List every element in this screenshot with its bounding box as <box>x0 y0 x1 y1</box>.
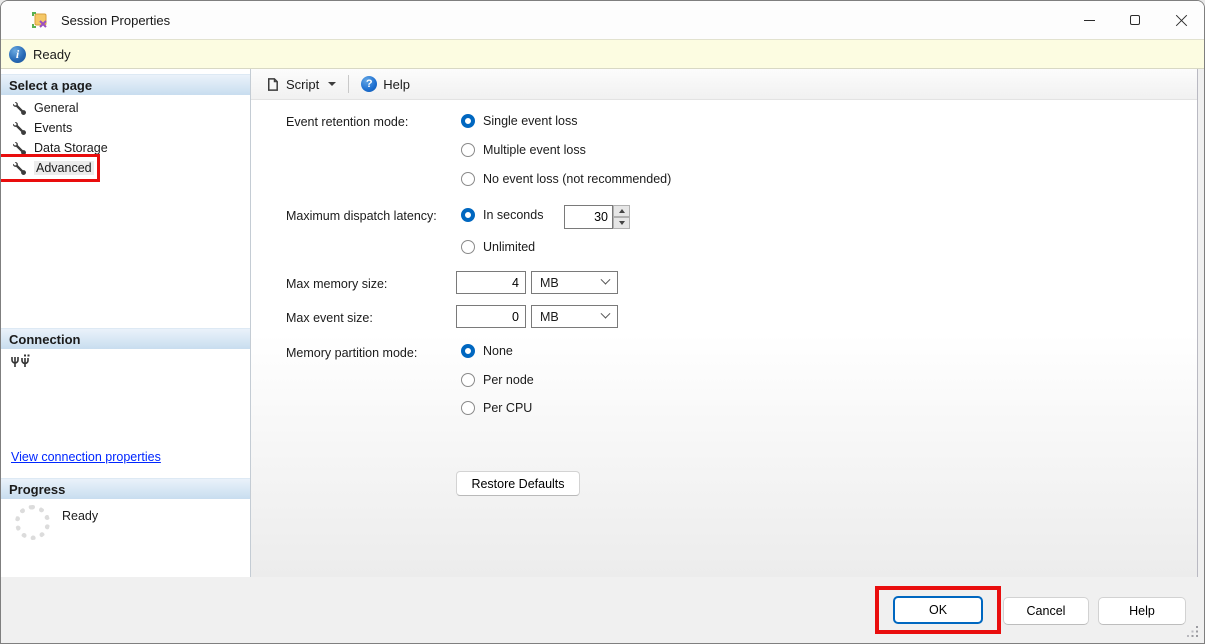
progress-status: Ready <box>62 509 98 523</box>
radio-icon <box>461 143 475 157</box>
sidebar-item-data-storage[interactable]: Data Storage <box>1 138 250 158</box>
chevron-down-icon <box>601 309 611 319</box>
dropdown-value: MB <box>540 276 559 290</box>
max-event-size-input[interactable] <box>456 305 526 328</box>
radio-label: Single event loss <box>483 114 578 128</box>
wrench-icon <box>13 142 26 155</box>
resize-grip[interactable] <box>1187 626 1199 638</box>
ok-button[interactable]: OK <box>893 596 983 624</box>
panel-toolbar: Script ? Help <box>251 69 1197 100</box>
title-bar: Session Properties <box>1 1 1204 39</box>
toolbar-separator <box>348 75 349 93</box>
wrench-icon <box>13 122 26 135</box>
sidebar-item-label: Advanced <box>34 161 94 175</box>
script-label: Script <box>286 77 319 92</box>
help-label: Help <box>383 77 410 92</box>
help-button[interactable]: Help <box>1098 597 1186 625</box>
dispatch-latency-label: Maximum dispatch latency: <box>286 209 437 223</box>
radio-label: Unlimited <box>483 240 535 254</box>
radio-multiple-event-loss[interactable]: Multiple event loss <box>461 143 586 157</box>
radio-none[interactable]: None <box>461 344 513 358</box>
radio-label: In seconds <box>483 208 543 222</box>
maximize-icon <box>1130 15 1140 25</box>
connection-header: Connection <box>1 328 250 349</box>
radio-icon-selected <box>461 208 475 222</box>
memory-partition-label: Memory partition mode: <box>286 346 417 360</box>
page-list: General Events Data Storage Advanced <box>1 98 250 178</box>
radio-icon <box>461 401 475 415</box>
radio-icon-selected <box>461 344 475 358</box>
info-icon: i <box>9 46 26 63</box>
sidebar-item-advanced[interactable]: Advanced <box>1 158 96 178</box>
wrench-icon <box>13 102 26 115</box>
radio-icon-selected <box>461 114 475 128</box>
max-event-size-label: Max event size: <box>286 311 373 325</box>
dropdown-value: MB <box>540 310 559 324</box>
progress-spinner-icon <box>15 505 50 540</box>
triangle-up-icon <box>619 209 625 213</box>
content-area: Select a page General Events Data Storag… <box>1 69 1204 579</box>
radio-label: Multiple event loss <box>483 143 586 157</box>
status-text: Ready <box>33 47 71 62</box>
window-title: Session Properties <box>61 13 170 28</box>
max-memory-unit-dropdown[interactable]: MB <box>531 271 618 294</box>
script-icon <box>265 77 280 92</box>
help-toolbar-button[interactable]: ? Help <box>356 73 415 95</box>
radio-unlimited[interactable]: Unlimited <box>461 240 535 254</box>
session-icon <box>31 11 50 30</box>
dispatch-latency-spinner <box>564 205 630 229</box>
max-event-unit-dropdown[interactable]: MB <box>531 305 618 328</box>
restore-defaults-button[interactable]: Restore Defaults <box>456 471 580 496</box>
spinner-up-button[interactable] <box>613 205 630 217</box>
ok-annotation-box: OK <box>875 586 1001 634</box>
radio-label: None <box>483 344 513 358</box>
maximize-button[interactable] <box>1112 1 1158 39</box>
status-bar: i Ready <box>1 39 1204 69</box>
event-retention-label: Event retention mode: <box>286 115 408 129</box>
sidebar-item-label: General <box>34 101 78 115</box>
chevron-down-icon <box>328 82 336 86</box>
close-button[interactable] <box>1158 1 1204 39</box>
sidebar: Select a page General Events Data Storag… <box>1 69 251 579</box>
max-memory-size-label: Max memory size: <box>286 277 387 291</box>
radio-label: Per node <box>483 373 534 387</box>
radio-label: No event loss (not recommended) <box>483 172 671 186</box>
spinner-down-button[interactable] <box>613 217 630 229</box>
session-properties-dialog: Session Properties i Ready Select a page… <box>0 0 1205 644</box>
radio-icon <box>461 240 475 254</box>
window-controls <box>1066 1 1204 39</box>
sidebar-item-general[interactable]: General <box>1 98 250 118</box>
chevron-down-icon <box>601 275 611 285</box>
footer: OK Cancel Help <box>1 577 1204 643</box>
radio-per-node[interactable]: Per node <box>461 373 534 387</box>
minimize-icon <box>1084 20 1095 21</box>
sidebar-item-label: Events <box>34 121 72 135</box>
progress-header: Progress <box>1 478 250 499</box>
main-panel: Script ? Help Event retention mode: Sing… <box>251 69 1198 579</box>
radio-icon <box>461 172 475 186</box>
close-icon <box>1175 14 1188 27</box>
wrench-icon <box>13 162 26 175</box>
radio-single-event-loss[interactable]: Single event loss <box>461 114 578 128</box>
radio-in-seconds[interactable]: In seconds <box>461 208 543 222</box>
max-memory-size-input[interactable] <box>456 271 526 294</box>
select-a-page-header: Select a page <box>1 74 250 95</box>
script-button[interactable]: Script <box>260 74 341 95</box>
sidebar-item-label: Data Storage <box>34 141 108 155</box>
triangle-down-icon <box>619 221 625 225</box>
radio-per-cpu[interactable]: Per CPU <box>461 401 532 415</box>
help-icon: ? <box>361 76 377 92</box>
view-connection-properties-link[interactable]: View connection properties <box>11 450 161 464</box>
radio-label: Per CPU <box>483 401 532 415</box>
dispatch-latency-input[interactable] <box>564 205 613 229</box>
connection-icon <box>11 353 33 371</box>
minimize-button[interactable] <box>1066 1 1112 39</box>
radio-icon <box>461 373 475 387</box>
cancel-button[interactable]: Cancel <box>1003 597 1089 625</box>
radio-no-event-loss[interactable]: No event loss (not recommended) <box>461 172 671 186</box>
sidebar-item-events[interactable]: Events <box>1 118 250 138</box>
